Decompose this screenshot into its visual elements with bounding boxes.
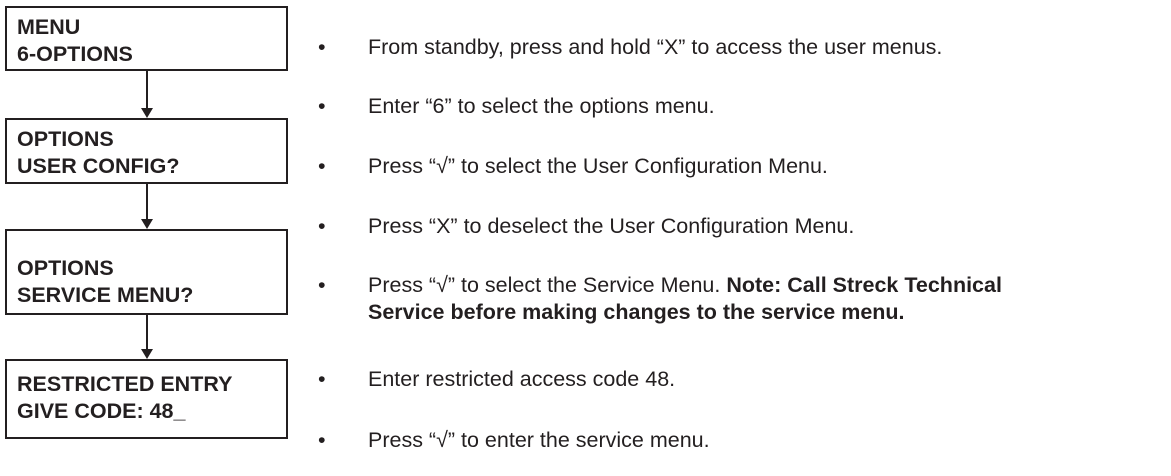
step-text: Press “X” to deselect the User Configura… (368, 214, 855, 238)
note-text: Service before making changes to the ser… (368, 300, 905, 324)
bullet-icon: • (318, 428, 326, 452)
flow-connector (146, 315, 148, 352)
step-text: Press “√” to enter the service menu. (368, 428, 710, 452)
step-text: From standby, press and hold “X” to acce… (368, 35, 943, 59)
flow-box-line: RESTRICTED ENTRY (17, 372, 233, 396)
flow-box-line: 6-OPTIONS (17, 42, 133, 66)
flow-box-line: USER CONFIG? (17, 154, 180, 178)
step-text: Enter “6” to select the options menu. (368, 94, 715, 118)
bullet-icon: • (318, 273, 326, 297)
step-text: Press “√” to select the Service Menu. (368, 273, 727, 297)
flow-connector (146, 184, 148, 222)
bullet-icon: • (318, 214, 326, 238)
step-text-with-note: Press “√” to select the Service Menu. No… (368, 272, 1002, 326)
down-arrow-icon (141, 108, 153, 118)
flow-box-line: OPTIONS (17, 127, 114, 151)
flow-box-line: GIVE CODE: 48_ (17, 399, 186, 423)
step-text: Enter restricted access code 48. (368, 367, 676, 391)
flow-box-service-menu: OPTIONS SERVICE MENU? (5, 229, 288, 315)
bullet-icon: • (318, 35, 326, 59)
step-text: Press “√” to select the User Configurati… (368, 154, 828, 178)
bullet-icon: • (318, 154, 326, 178)
bullet-icon: • (318, 94, 326, 118)
flow-box-restricted-entry: RESTRICTED ENTRY GIVE CODE: 48_ (5, 359, 288, 439)
flow-box-line: OPTIONS (17, 256, 114, 280)
down-arrow-icon (141, 349, 153, 359)
flow-box-menu: MENU 6-OPTIONS (5, 6, 288, 71)
flow-box-line: MENU (17, 15, 81, 39)
flow-connector (146, 71, 148, 111)
flow-box-user-config: OPTIONS USER CONFIG? (5, 118, 288, 184)
flow-box-line: SERVICE MENU? (17, 283, 194, 307)
note-text: Note: Call Streck Technical (726, 273, 1002, 297)
down-arrow-icon (141, 219, 153, 229)
bullet-icon: • (318, 367, 326, 391)
